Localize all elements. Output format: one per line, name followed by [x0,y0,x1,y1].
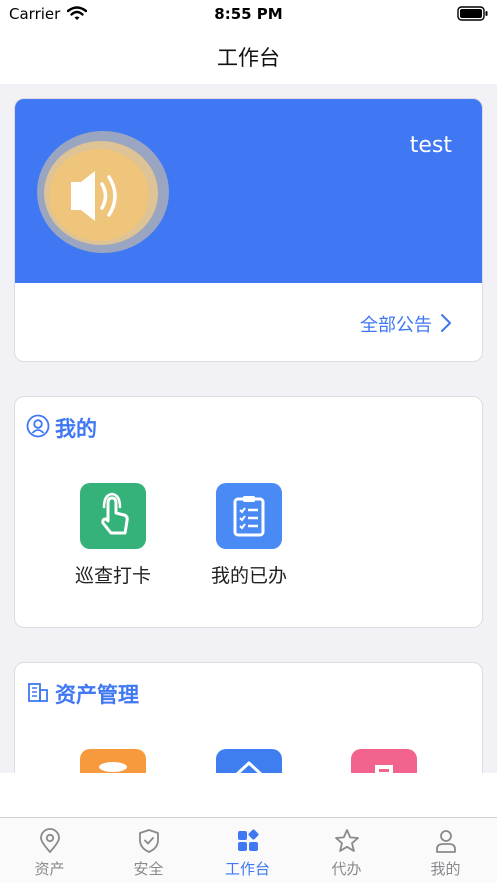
asset-app-2-button[interactable] [189,749,309,773]
chevron-right-icon [441,314,451,332]
patrol-checkin-label: 巡查打卡 [74,565,151,587]
status-time: 8:55 PM [214,5,283,23]
mine-section-card: 我的 巡查打卡 我的已办 [14,396,483,628]
tab-todo-label: 代办 [331,860,362,878]
tab-assets[interactable]: 资产 [0,818,99,883]
all-announcements-row[interactable]: 全部公告 [15,283,482,361]
my-completed-button[interactable]: 我的已办 [189,483,309,588]
my-completed-tile [216,483,282,549]
tab-todo[interactable]: 代办 [297,818,396,883]
map-pin-icon [39,828,60,854]
asset-management-title: 资产管理 [55,683,139,707]
content-footer-area [0,773,497,817]
tab-mine[interactable]: 我的 [396,818,495,883]
asset-app-1-button[interactable] [53,749,173,773]
star-icon [334,829,359,852]
page-title: 工作台 [217,46,280,70]
asset-management-card: 资产管理 [14,662,483,773]
hand-tap-icon [101,492,129,535]
mine-section-title: 我的 [55,417,97,441]
person-icon [435,830,456,853]
content-scroll[interactable]: test 全部公告 我的 巡查打卡 我的已办 资产管理 [0,84,497,773]
announcement-card: test 全部公告 [14,98,483,362]
user-circle-icon [26,414,50,438]
my-completed-label: 我的已办 [210,565,287,587]
database-icon [99,762,127,772]
tab-safety[interactable]: 安全 [99,818,198,883]
shield-check-icon [138,829,159,853]
database-tile [80,749,146,773]
grid-icon [237,829,259,851]
all-announcements-link[interactable]: 全部公告 [360,311,432,337]
speaker-icon [37,131,169,253]
tab-mine-label: 我的 [430,860,461,878]
document-tile [351,749,417,773]
tab-safety-label: 安全 [133,860,164,878]
announcement-banner[interactable]: test [15,99,482,283]
battery-icon [457,6,488,21]
home-icon [235,761,263,773]
tab-assets-label: 资产 [34,860,65,878]
document-icon [375,765,393,773]
tab-workbench[interactable]: 工作台 [198,818,297,883]
patrol-checkin-button[interactable]: 巡查打卡 [53,483,173,588]
building-icon [28,683,48,702]
status-bar: Carrier 8:55 PM [0,0,497,28]
clipboard-list-icon [233,496,265,537]
navigation-bar: 工作台 [0,28,497,84]
patrol-checkin-tile [80,483,146,549]
tab-bar: 资产 安全 工作台 代办 我的 [0,817,497,883]
user-name: test [409,133,452,158]
asset-app-3-button[interactable] [324,749,444,773]
home-tile [216,749,282,773]
tab-workbench-label: 工作台 [224,860,270,878]
